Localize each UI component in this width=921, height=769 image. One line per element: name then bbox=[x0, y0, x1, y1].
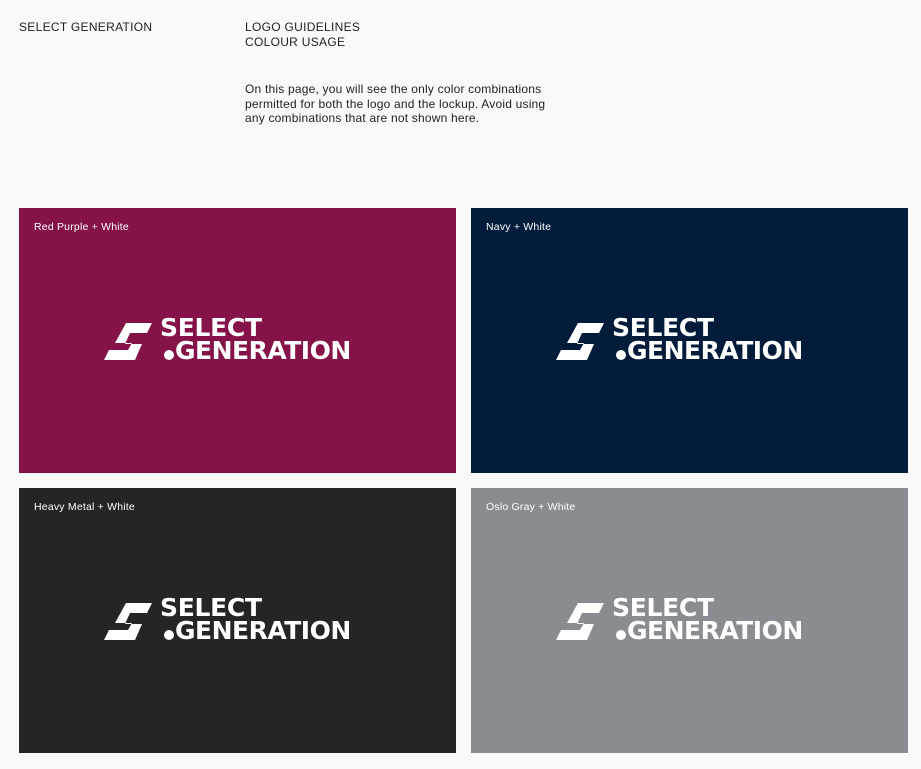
swatch-heavy-metal: Heavy Metal + White SELECT GENERATION bbox=[19, 488, 456, 753]
swatch-label: Oslo Gray + White bbox=[486, 501, 576, 513]
swatch-label: Heavy Metal + White bbox=[34, 501, 135, 513]
select-generation-mark-icon bbox=[104, 323, 152, 360]
swatch-red-purple: Red Purple + White SELECT GENERATION bbox=[19, 208, 456, 473]
swatch-grid: Red Purple + White SELECT GENERATION Nav… bbox=[19, 208, 909, 753]
intro-paragraph: On this page, you will see the only colo… bbox=[245, 82, 546, 125]
logo-text-generation: GENERATION bbox=[627, 336, 803, 365]
logo-text-generation: GENERATION bbox=[175, 616, 351, 645]
swatch-label: Navy + White bbox=[486, 221, 552, 233]
logo-dot bbox=[616, 630, 626, 640]
select-generation-mark-icon bbox=[556, 603, 604, 640]
section-heading-line2: COLOUR USAGE bbox=[245, 35, 346, 49]
swatch-oslo-gray: Oslo Gray + White SELECT GENERATION bbox=[471, 488, 908, 753]
brand-name: SELECT GENERATION bbox=[19, 20, 153, 34]
logo-lockup: SELECT GENERATION bbox=[556, 315, 826, 365]
logo-text-generation: GENERATION bbox=[627, 616, 803, 645]
logo-dot bbox=[616, 350, 626, 360]
swatch-label: Red Purple + White bbox=[34, 221, 129, 233]
select-generation-mark-icon bbox=[104, 603, 152, 640]
logo-dot bbox=[164, 350, 174, 360]
logo-lockup: SELECT GENERATION bbox=[104, 315, 374, 365]
select-generation-mark-icon bbox=[556, 323, 604, 360]
logo-lockup: SELECT GENERATION bbox=[556, 595, 826, 645]
section-heading: LOGO GUIDELINES COLOUR USAGE bbox=[245, 20, 360, 50]
swatch-navy: Navy + White SELECT GENERATION bbox=[471, 208, 908, 473]
section-heading-line1: LOGO GUIDELINES bbox=[245, 20, 361, 34]
logo-text-generation: GENERATION bbox=[175, 336, 351, 365]
logo-dot bbox=[164, 630, 174, 640]
logo-lockup: SELECT GENERATION bbox=[104, 595, 374, 645]
